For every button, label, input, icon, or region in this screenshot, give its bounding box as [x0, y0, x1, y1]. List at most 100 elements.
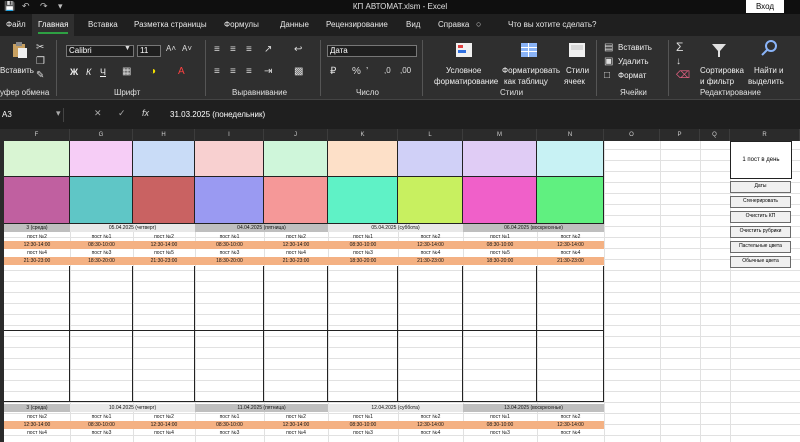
column-header-l[interactable]: L — [398, 129, 463, 141]
time-cell[interactable]: 21:30-23:00 — [4, 257, 70, 265]
post-cell[interactable]: пост №2 — [537, 233, 604, 241]
post-cell[interactable]: пост №4 — [264, 249, 328, 257]
column-header-m[interactable]: M — [463, 129, 537, 141]
paste-icon[interactable] — [10, 42, 28, 58]
tab-help[interactable]: Справка — [432, 14, 475, 36]
color-cell[interactable] — [264, 177, 328, 224]
font-size-select[interactable]: 11 — [137, 45, 161, 57]
empty-cell[interactable] — [398, 266, 463, 331]
color-cell[interactable] — [463, 177, 537, 224]
color-cell[interactable] — [195, 141, 264, 177]
empty-cell[interactable] — [70, 331, 133, 402]
empty-cell[interactable] — [463, 331, 537, 402]
insert-function-icon[interactable]: fx — [142, 108, 149, 118]
post-cell[interactable]: пост №3 — [463, 429, 537, 437]
post-cell[interactable]: пост №1 — [463, 413, 537, 421]
time-cell[interactable]: 08:30-10:00 — [195, 421, 264, 429]
time-cell[interactable]: 08:30-10:00 — [328, 421, 398, 429]
tab-home[interactable]: Главная — [32, 14, 75, 36]
post-cell[interactable]: пост №3 — [70, 429, 133, 437]
find-select-label-1[interactable]: Найти и — [754, 66, 784, 75]
post-cell[interactable]: пост №2 — [264, 233, 328, 241]
column-header-k[interactable]: K — [328, 129, 398, 141]
increase-decimal-icon[interactable]: ,0 — [384, 66, 391, 75]
time-cell[interactable]: 12:30-14:00 — [537, 241, 604, 249]
tell-me-search[interactable]: Что вы хотите сделать? — [508, 14, 596, 36]
find-select-icon[interactable] — [760, 40, 778, 56]
side-button-1[interactable]: Даты — [730, 181, 791, 193]
time-cell[interactable]: 12:30-14:00 — [4, 421, 70, 429]
empty-cell[interactable] — [328, 331, 398, 402]
post-cell[interactable]: пост №2 — [264, 413, 328, 421]
post-cell[interactable]: пост №3 — [195, 429, 264, 437]
side-button-4[interactable]: Очистить рубрики — [730, 226, 791, 238]
paste-button[interactable]: Вставить — [0, 66, 34, 75]
post-cell[interactable]: пост №2 — [133, 233, 195, 241]
tab-review[interactable]: Рецензирование — [320, 14, 394, 36]
name-box-dropdown-icon[interactable]: ▾ — [56, 108, 61, 119]
empty-cell[interactable] — [264, 266, 328, 331]
empty-cell[interactable] — [195, 266, 264, 331]
font-color-icon[interactable]: A — [178, 66, 185, 77]
time-cell[interactable]: 12:30-14:00 — [4, 241, 70, 249]
merge-cells-icon[interactable]: ▩ — [294, 66, 303, 77]
column-header-p[interactable]: P — [660, 129, 700, 141]
color-cell[interactable] — [463, 141, 537, 177]
color-cell[interactable] — [70, 141, 133, 177]
post-cell[interactable]: пост №2 — [537, 413, 604, 421]
percent-icon[interactable]: % — [352, 66, 361, 77]
delete-cells-button[interactable]: Удалить — [618, 57, 649, 66]
sort-filter-icon[interactable] — [710, 42, 728, 58]
format-painter-icon[interactable]: ✎ — [36, 70, 44, 81]
post-cell[interactable]: пост №4 — [4, 249, 70, 257]
post-cell[interactable]: пост №2 — [4, 233, 70, 241]
format-cells-button[interactable]: Формат — [618, 71, 646, 80]
time-cell[interactable]: 18:30-20:00 — [463, 257, 537, 265]
column-header-i[interactable]: I — [195, 129, 264, 141]
insert-cells-button[interactable]: Вставить — [618, 43, 652, 52]
post-cell[interactable]: пост №1 — [70, 233, 133, 241]
increase-font-icon[interactable]: A˄ — [166, 44, 176, 53]
tab-data[interactable]: Данные — [274, 14, 315, 36]
orientation-icon[interactable]: ↗ — [264, 44, 272, 55]
cell-styles-icon[interactable] — [568, 42, 586, 58]
conditional-formatting-label-1[interactable]: Условное — [446, 66, 481, 75]
empty-cell[interactable] — [264, 331, 328, 402]
currency-icon[interactable]: ₽ — [330, 66, 336, 77]
tab-view[interactable]: Вид — [400, 14, 426, 36]
side-button-6[interactable]: Обычные цвета — [730, 256, 791, 268]
side-button-3[interactable]: Очистить КП — [730, 211, 791, 223]
post-cell[interactable]: пост №5 — [133, 249, 195, 257]
name-box[interactable]: A3 — [0, 108, 64, 122]
post-cell[interactable]: пост №1 — [195, 233, 264, 241]
time-cell[interactable]: 08:30-10:00 — [70, 241, 133, 249]
borders-icon[interactable]: ▦ — [122, 66, 131, 77]
time-cell[interactable]: 21:30-23:00 — [133, 257, 195, 265]
column-header-n[interactable]: N — [537, 129, 604, 141]
enter-icon[interactable]: ✓ — [118, 108, 126, 119]
format-as-table-label-2[interactable]: как таблицу — [504, 77, 548, 86]
autosum-icon[interactable]: Σ — [676, 40, 683, 54]
bold-button[interactable]: Ж — [70, 67, 78, 77]
column-header-q[interactable]: Q — [700, 129, 730, 141]
sort-filter-label-2[interactable]: и фильтр — [700, 77, 734, 86]
time-cell[interactable]: 12:30-14:00 — [133, 241, 195, 249]
empty-cell[interactable] — [328, 266, 398, 331]
post-cell[interactable]: пост №2 — [4, 413, 70, 421]
format-as-table-label-1[interactable]: Форматировать — [502, 66, 560, 75]
empty-cell[interactable] — [133, 266, 195, 331]
color-cell[interactable] — [4, 177, 70, 224]
empty-cell[interactable] — [398, 331, 463, 402]
find-select-label-2[interactable]: выделить — [748, 77, 784, 86]
time-cell[interactable]: 21:30-23:00 — [537, 257, 604, 265]
empty-cell[interactable] — [463, 266, 537, 331]
time-cell[interactable]: 12:30-14:00 — [537, 421, 604, 429]
column-header-o[interactable]: O — [604, 129, 660, 141]
indent-icon[interactable]: ⇥ — [264, 66, 272, 77]
wrap-text-icon[interactable]: ↩ — [294, 44, 302, 55]
post-cell[interactable]: пост №1 — [70, 413, 133, 421]
post-cell[interactable]: пост №3 — [328, 249, 398, 257]
cut-icon[interactable]: ✂ — [36, 42, 44, 53]
time-cell[interactable]: 21:30-23:00 — [398, 257, 463, 265]
time-cell[interactable]: 18:30-20:00 — [195, 257, 264, 265]
